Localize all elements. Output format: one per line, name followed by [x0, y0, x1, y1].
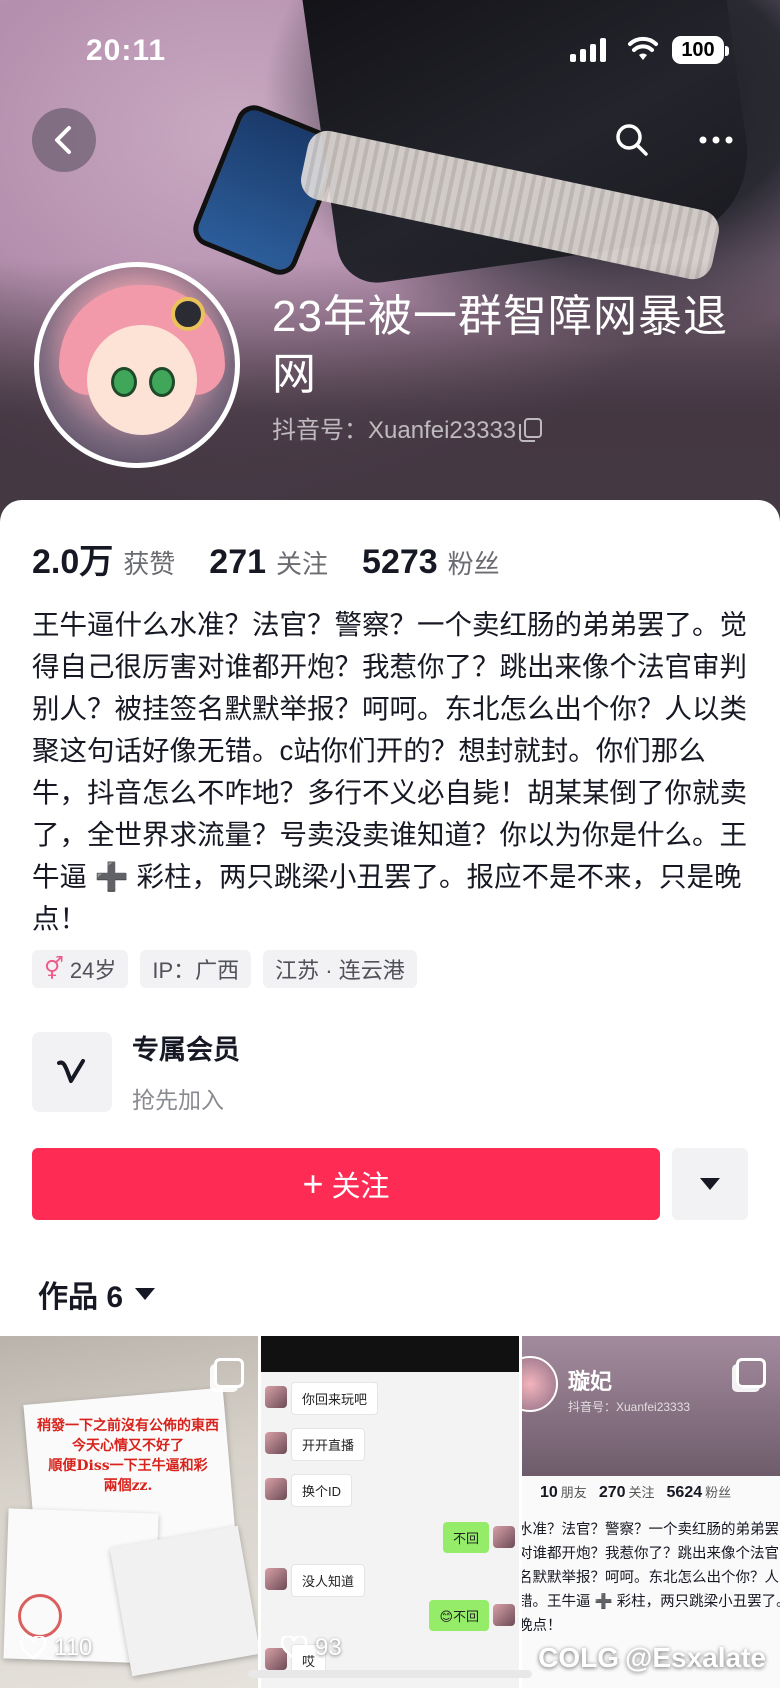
video-thumbnail[interactable]: 你回来玩吧 开开直播 换个ID 不回 没人知道 😊不回 哎 93	[261, 1336, 519, 1688]
search-button[interactable]	[600, 108, 664, 172]
home-indicator[interactable]	[248, 1670, 532, 1678]
screenshot-stat: 270 关注	[598, 1484, 655, 1501]
thumbnail-caption: 稍發一下之前沒有公佈的東西 今天心情又不好了 順便Diss一下王牛逼和彩 兩個z…	[37, 1418, 219, 1494]
search-icon	[616, 124, 648, 156]
signal-icon	[570, 38, 606, 62]
status-bar: 20:11 100	[0, 30, 780, 74]
chat-avatar	[265, 1568, 287, 1590]
more-button[interactable]	[684, 108, 748, 172]
bio-line: 错。王牛逼 ➕ 彩柱，两只跳梁小丑罢了。	[522, 1594, 780, 1610]
chat-bubble: 你回来玩吧	[291, 1382, 379, 1415]
copy-icon[interactable]	[519, 417, 543, 442]
bio-line: 晚点！	[522, 1618, 562, 1634]
avatar-eye	[149, 367, 175, 397]
heart-icon	[20, 1636, 46, 1660]
plus-icon: +	[302, 1163, 324, 1204]
stat-label: 关注	[276, 549, 329, 579]
chat-avatar	[493, 1526, 515, 1548]
location-tag[interactable]: 江苏 · 连云港	[263, 950, 417, 988]
avatar-face	[87, 325, 197, 435]
caret-down-icon	[135, 1288, 156, 1300]
profile-bio: 王牛逼什么水准？法官？警察？一个卖红肠的弟弟罢了。觉得自己很厉害对谁都开炮？我惹…	[32, 609, 747, 934]
document-image	[109, 1525, 258, 1677]
screenshot-stats: 10 朋友 270 关注 5624 粉丝	[540, 1482, 731, 1502]
tab-works[interactable]: 作品 6	[38, 1272, 156, 1316]
like-count-text: 93	[315, 1634, 342, 1661]
screenshot-bio: 水准？法官？警察？一个卖红肠的弟弟罢 对谁都开炮？我惹你了？跳出来像个法官 名默…	[522, 1518, 780, 1638]
profile-panel: 2.0万 获赞 271 关注 5273 粉丝 王牛逼什么水准？法官？警察？一个卖…	[0, 500, 780, 1688]
video-thumbnail[interactable]: 稍發一下之前沒有公佈的東西 今天心情又不好了 順便Diss一下王牛逼和彩 兩個z…	[0, 1336, 258, 1688]
profile-nickname: 23年被一群智障网暴退网	[272, 292, 728, 399]
chat-bubble: 不回	[442, 1522, 489, 1553]
stat-label: 获赞	[123, 549, 176, 579]
member-v-icon	[32, 1031, 112, 1112]
watermark: COLG @Esxalate	[538, 1642, 766, 1674]
screenshot-stat: 5624 粉丝	[666, 1484, 732, 1501]
age-text: 24岁	[69, 958, 117, 983]
bio-line: 水准？法官？警察？一个卖红肠的弟弟罢	[522, 1522, 779, 1538]
stat-value: 271	[209, 543, 267, 581]
multi-image-icon	[736, 1358, 766, 1388]
chat-bubble: 没人知道	[291, 1564, 366, 1597]
chat-avatar	[265, 1432, 287, 1454]
profile-tags: ⚥ 24岁 IP：广西 江苏 · 连云港	[32, 950, 417, 988]
douyin-id-text: 抖音号：Xuanfei23333	[272, 417, 517, 444]
chat-bubble: 开开直播	[291, 1428, 366, 1461]
back-arrow-icon	[55, 126, 71, 154]
like-count: 93	[281, 1634, 342, 1662]
more-icon	[699, 136, 733, 144]
gender-icon: ⚥	[44, 956, 64, 981]
age-tag: ⚥ 24岁	[32, 950, 129, 988]
stat-value: 5273	[362, 543, 438, 581]
bio-line: 名默默举报？呵呵。东北怎么出个你？人	[522, 1570, 779, 1586]
like-count: 110	[20, 1634, 92, 1662]
battery-indicator: 100	[672, 36, 729, 64]
stamp-icon	[18, 1594, 62, 1638]
video-thumbnail[interactable]: 璇妃 抖音号：Xuanfei23333 10 朋友 270 关注 5624 粉丝 水准…	[522, 1336, 780, 1688]
chat-avatar	[265, 1386, 287, 1408]
avatar[interactable]	[34, 262, 240, 468]
avatar-horn	[171, 297, 205, 331]
status-time: 20:11	[86, 34, 167, 67]
douyin-id[interactable]: 抖音号：Xuanfei23333	[272, 410, 543, 445]
chat-bubble: 换个ID	[291, 1474, 353, 1507]
caret-down-icon	[700, 1178, 720, 1190]
heart-icon	[281, 1636, 307, 1660]
watermark-handle: @Esxalate	[625, 1642, 766, 1673]
chat-header	[261, 1336, 519, 1372]
screenshot-stat: 10 朋友	[540, 1484, 587, 1501]
like-count-text: 110	[54, 1634, 93, 1661]
member-title: 专属会员	[132, 1035, 240, 1065]
back-button[interactable]	[32, 108, 96, 172]
stat-label: 粉丝	[447, 549, 500, 579]
stat-likes[interactable]: 2.0万 获赞	[32, 534, 175, 583]
follow-label: 关注	[331, 1171, 390, 1203]
works-tab-label: 作品 6	[38, 1281, 124, 1314]
follow-button[interactable]: + 关注	[32, 1148, 660, 1220]
ip-tag: IP：广西	[140, 950, 252, 988]
member-entry[interactable]: 专属会员 抢先加入	[32, 1028, 240, 1115]
member-subtitle: 抢先加入	[132, 1087, 224, 1113]
watermark-logo: COLG	[538, 1642, 620, 1673]
screenshot-id: 抖音号：Xuanfei23333	[568, 1400, 691, 1414]
multi-image-icon	[214, 1358, 244, 1388]
chat-bubble: 😊不回	[429, 1600, 489, 1631]
stat-following[interactable]: 271 关注	[209, 543, 328, 582]
stat-value: 2.0万	[32, 543, 114, 581]
screenshot-name: 璇妃	[568, 1369, 613, 1394]
avatar-eye	[111, 367, 137, 397]
member-text: 专属会员 抢先加入	[132, 1028, 240, 1115]
wifi-icon	[628, 36, 658, 60]
recommend-dropdown-button[interactable]	[672, 1148, 748, 1220]
works-grid: 稍發一下之前沒有公佈的東西 今天心情又不好了 順便Diss一下王牛逼和彩 兩個z…	[0, 1336, 780, 1688]
stat-followers[interactable]: 5273 粉丝	[362, 543, 500, 582]
profile-stats: 2.0万 获赞 271 关注 5273 粉丝	[32, 534, 500, 583]
bio-line: 对谁都开炮？我惹你了？跳出来像个法官	[522, 1546, 779, 1562]
chat-avatar	[265, 1478, 287, 1500]
chat-avatar	[493, 1604, 515, 1626]
